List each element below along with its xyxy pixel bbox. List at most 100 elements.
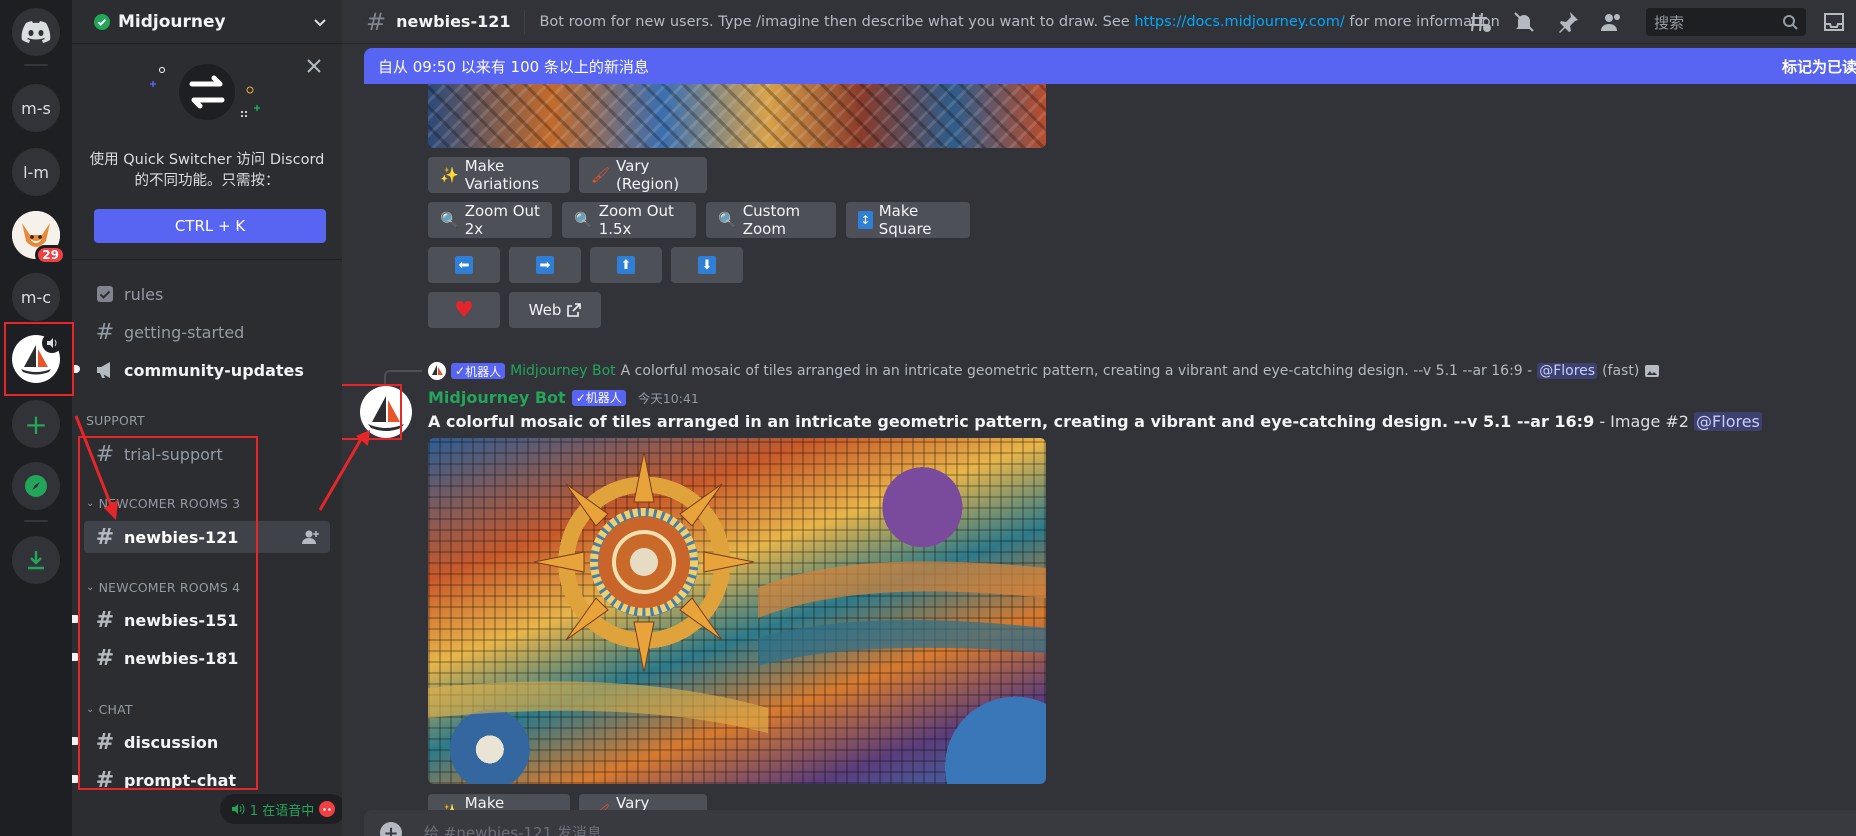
make-variations-button[interactable]: ✨ Make Variations	[428, 157, 570, 193]
reply-mention[interactable]: @Flores	[1537, 363, 1598, 379]
channel-name: prompt-chat	[124, 770, 237, 790]
favorite-button[interactable]: ♥	[428, 292, 500, 328]
add-server-icon: +	[24, 407, 48, 441]
button-label: Make Square	[878, 202, 932, 238]
message-mention[interactable]: @Flores	[1694, 412, 1762, 431]
arrow-right-icon: ➡	[536, 256, 554, 274]
channel-newbies-181[interactable]: # newbies-181	[72, 642, 330, 674]
channel-community-updates[interactable]: community-updates	[72, 354, 330, 386]
pin-icon[interactable]	[1556, 10, 1580, 34]
channel-trial-support[interactable]: # trial-support	[84, 438, 330, 470]
chevron-down-icon: ⌄	[86, 582, 95, 593]
unread-indicator	[72, 615, 80, 623]
chevron-down-icon[interactable]	[312, 14, 328, 30]
thread-hash-icon: #	[95, 524, 115, 550]
custom-zoom-button[interactable]: 🔍 Custom Zoom	[706, 202, 836, 238]
button-label: Custom Zoom	[742, 202, 801, 238]
channel-name: discussion	[124, 732, 219, 752]
hash-icon: #	[366, 7, 387, 36]
pan-up-button[interactable]: ⬆	[590, 247, 662, 283]
sun-mosaic-motif-icon	[428, 451, 1046, 733]
pan-right-button[interactable]: ➡	[509, 247, 581, 283]
message-header: Midjourney Bot ✓ 机器人 今天10:41	[428, 388, 699, 407]
channel-getting-started[interactable]: # getting-started	[84, 316, 330, 348]
bot-tag-label: 机器人	[585, 391, 622, 405]
channel-name: trial-support	[124, 444, 223, 464]
notification-mute-icon[interactable]	[1512, 10, 1536, 34]
inbox-icon[interactable]	[1822, 10, 1846, 34]
message-composer[interactable]: + 给 #newbies-121 发消息	[364, 810, 1856, 836]
channel-prompt-chat[interactable]: # prompt-chat	[72, 764, 330, 796]
zoom-out-1-5x-button[interactable]: 🔍 Zoom Out 1.5x	[562, 202, 696, 238]
message-content: A colorful mosaic of tiles arranged in a…	[428, 412, 1762, 431]
unread-indicator	[72, 365, 80, 373]
explore-compass-icon	[25, 475, 47, 497]
server-midjourney[interactable]	[12, 333, 62, 383]
category-chat[interactable]: ⌄ CHAT	[86, 702, 133, 717]
close-icon[interactable]	[304, 56, 324, 76]
voice-status-pill[interactable]: 1 在语音中	[220, 794, 342, 824]
mark-as-read-button[interactable]: 标记为已读	[1782, 56, 1856, 77]
channel-name: newbies-121	[124, 527, 239, 547]
channel-discussion[interactable]: # discussion	[72, 726, 330, 758]
category-support[interactable]: SUPPORT	[86, 413, 145, 428]
button-label: Vary (Region)	[616, 157, 680, 193]
chevron-down-icon: ⌄	[86, 498, 95, 509]
pan-left-button[interactable]: ⬅	[428, 247, 500, 283]
category-newcomer-rooms-3[interactable]: ⌄ NEWCOMER ROOMS 3	[86, 496, 240, 511]
image-icon	[1645, 365, 1660, 377]
server-m-c[interactable]: m-c	[12, 273, 60, 321]
button-label: Web	[528, 301, 562, 319]
author-avatar[interactable]	[360, 386, 412, 438]
zoom-out-2x-button[interactable]: 🔍 Zoom Out 2x	[428, 202, 552, 238]
category-newcomer-rooms-4[interactable]: ⌄ NEWCOMER ROOMS 4	[86, 580, 240, 595]
channel-newbies-151[interactable]: # newbies-151	[72, 604, 330, 636]
topic-link[interactable]: https://docs.midjourney.com/	[1134, 14, 1344, 30]
web-link-button[interactable]: Web	[509, 292, 601, 328]
verified-badge-icon	[94, 13, 110, 30]
explore-button[interactable]	[12, 462, 60, 510]
quick-switcher-shortcut-button[interactable]: CTRL + K	[94, 209, 326, 243]
reply-author[interactable]: Midjourney Bot	[510, 363, 616, 379]
pan-down-button[interactable]: ⬇	[671, 247, 743, 283]
server-header[interactable]: Midjourney	[72, 0, 342, 44]
download-icon	[28, 551, 44, 570]
add-member-icon[interactable]	[302, 529, 320, 545]
reply-reference[interactable]: ✓ 机器人 Midjourney Bot A colorful mosaic o…	[428, 360, 1660, 382]
channel-rules[interactable]: rules	[84, 278, 330, 310]
channel-name: rules	[124, 284, 164, 304]
magnifier-icon: 🔍	[440, 211, 459, 229]
add-attachment-icon[interactable]: +	[380, 822, 402, 836]
category-name: SUPPORT	[86, 413, 145, 428]
make-square-button[interactable]: ↕ Make Square	[846, 202, 970, 238]
vary-region-button[interactable]: 🖌 Vary (Region)	[579, 157, 707, 193]
channel-header: # newbies-121 Bot room for new users. Ty…	[342, 0, 1856, 44]
server-l-m[interactable]: l-m	[12, 148, 60, 196]
search-input[interactable]: 搜索	[1646, 8, 1806, 36]
rail-separator	[24, 520, 48, 522]
message-author[interactable]: Midjourney Bot	[428, 388, 566, 407]
generated-image[interactable]	[428, 438, 1046, 784]
channel-newbies-121[interactable]: # newbies-121	[84, 521, 330, 553]
new-messages-bar[interactable]: 自从 09:50 以来有 100 条以上的新消息 标记为已读	[364, 48, 1856, 84]
discord-logo-icon	[319, 801, 336, 817]
voice-status-text: 1 在语音中	[249, 803, 315, 819]
megaphone-icon	[94, 359, 116, 381]
server-label: m-c	[20, 287, 52, 307]
discord-logo-icon	[21, 21, 51, 43]
magnifier-icon: 🔍	[718, 211, 737, 229]
bot-tag-label: 机器人	[465, 364, 502, 379]
search-placeholder: 搜索	[1654, 13, 1685, 32]
rules-check-icon	[94, 283, 116, 305]
download-apps-button[interactable]	[12, 536, 60, 584]
discord-home-button[interactable]	[12, 8, 60, 56]
reply-spine	[384, 370, 422, 384]
arrow-up-icon: ⬆	[617, 256, 635, 274]
member-list-icon[interactable]	[1600, 10, 1624, 34]
threads-icon[interactable]	[1468, 10, 1492, 34]
server-m-s[interactable]: m-s	[12, 84, 60, 132]
server-fox[interactable]: 29	[12, 211, 66, 265]
speaker-icon	[42, 333, 62, 353]
add-server-button[interactable]: +	[12, 400, 60, 448]
topic-text: Bot room for new users. Type /imagine th…	[539, 13, 1130, 30]
